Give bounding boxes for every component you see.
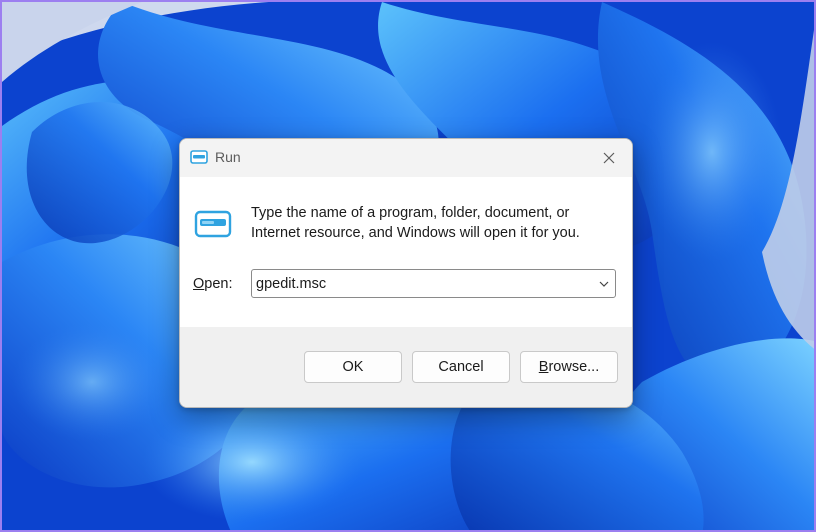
browse-accelerator: B bbox=[538, 359, 549, 375]
open-input[interactable] bbox=[252, 271, 593, 296]
desktop: Run Type the name of a program, folder, … bbox=[0, 0, 816, 532]
open-label-accelerator: O bbox=[193, 276, 205, 292]
description-line-1: Type the name of a program, folder, docu… bbox=[251, 205, 570, 221]
close-button[interactable] bbox=[586, 139, 632, 177]
run-icon bbox=[194, 210, 232, 238]
dialog-body: Type the name of a program, folder, docu… bbox=[180, 177, 632, 327]
browse-label: rowse... bbox=[548, 359, 600, 375]
run-icon bbox=[190, 150, 208, 164]
open-combobox[interactable] bbox=[251, 269, 616, 298]
open-label: Open: bbox=[193, 276, 233, 292]
dropdown-button[interactable] bbox=[593, 270, 615, 297]
chevron-down-icon bbox=[599, 281, 609, 287]
window-title: Run bbox=[215, 149, 241, 165]
cancel-button[interactable]: Cancel bbox=[412, 351, 510, 383]
description-line-2: Internet resource, and Windows will open… bbox=[251, 224, 580, 241]
ok-button[interactable]: OK bbox=[304, 351, 402, 383]
description-text: Type the name of a program, folder, docu… bbox=[251, 204, 621, 243]
run-dialog: Run Type the name of a program, folder, … bbox=[179, 138, 633, 408]
close-icon bbox=[603, 152, 615, 164]
browse-button[interactable]: Browse... bbox=[520, 351, 618, 383]
title-bar[interactable]: Run bbox=[180, 139, 632, 177]
open-label-text: pen: bbox=[204, 276, 233, 292]
button-bar: OK Cancel Browse... bbox=[180, 327, 632, 407]
